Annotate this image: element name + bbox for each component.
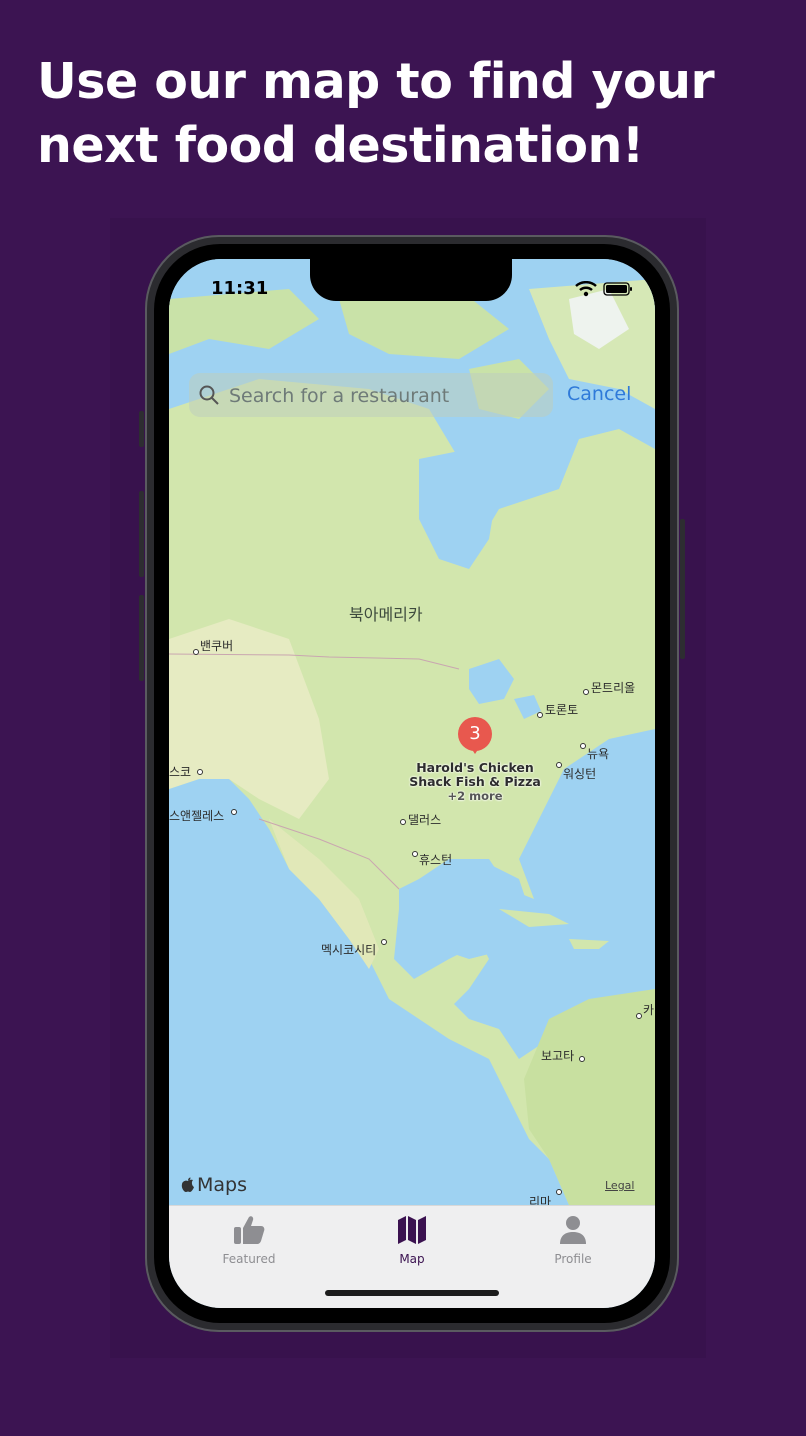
city-label: 뉴욕 <box>587 747 610 761</box>
city-label: 토론토 <box>545 703 579 717</box>
city-marker <box>400 819 406 825</box>
search-icon <box>199 385 219 405</box>
city-marker <box>636 1013 642 1019</box>
city-marker <box>583 689 589 695</box>
city-label: 멕시코시티 <box>321 943 377 957</box>
city-label: 휴스턴 <box>419 853 453 867</box>
city-marker <box>197 769 203 775</box>
thumbs-up-icon <box>234 1216 265 1244</box>
city-label: 스앤젤레스 <box>169 809 225 823</box>
city-marker <box>381 939 387 945</box>
maps-attribution: Maps <box>181 1174 247 1196</box>
city-label: 보고타 <box>541 1049 575 1063</box>
home-indicator[interactable] <box>325 1290 499 1296</box>
status-icons <box>575 281 633 297</box>
cancel-button[interactable]: Cancel <box>567 383 631 405</box>
volume-up-button <box>139 491 144 577</box>
city-label: 스코 <box>169 765 192 779</box>
city-marker <box>556 762 562 768</box>
tab-label: Profile <box>554 1252 592 1266</box>
battery-icon <box>603 282 632 296</box>
search-bar[interactable] <box>189 373 553 419</box>
cluster-more: +2 more <box>447 789 503 803</box>
apple-logo-icon <box>181 1177 194 1192</box>
maps-attribution-text: Maps <box>197 1174 247 1196</box>
region-label: 북아메리카 <box>349 605 423 624</box>
cluster-label[interactable]: Harold's Chicken Shack Fish & Pizza +2 m… <box>405 760 545 804</box>
tab-label: Featured <box>222 1252 276 1266</box>
legal-link[interactable]: Legal <box>605 1179 634 1192</box>
map-icon <box>398 1216 426 1244</box>
city-marker <box>579 1056 585 1062</box>
city-label: 워싱턴 <box>563 767 597 781</box>
city-label: 몬트리올 <box>591 681 636 695</box>
city-marker <box>231 809 237 815</box>
pin-tail <box>469 745 481 754</box>
headline: Use our map to find your next food desti… <box>37 53 715 174</box>
city-marker <box>537 712 543 718</box>
cluster-title: Harold's Chicken Shack Fish & Pizza <box>409 760 541 789</box>
city-marker <box>193 649 199 655</box>
city-marker <box>556 1189 562 1195</box>
tab-label: Map <box>399 1252 425 1266</box>
city-label: 카 <box>643 1003 655 1017</box>
person-icon <box>560 1216 586 1244</box>
city-marker <box>412 851 418 857</box>
power-button <box>680 519 685 659</box>
volume-down-button <box>139 595 144 681</box>
tab-featured[interactable]: Featured <box>189 1214 309 1266</box>
status-time: 11:31 <box>211 278 269 299</box>
city-label: 밴쿠버 <box>200 639 234 653</box>
city-label: 댈러스 <box>408 813 442 827</box>
city-marker <box>580 743 586 749</box>
search-input[interactable] <box>227 373 551 419</box>
phone-screen: 11:31 Cancel 북아메리카 밴쿠버 토 <box>169 259 655 1308</box>
notch <box>310 259 512 301</box>
phone-frame: 11:31 Cancel 북아메리카 밴쿠버 토 <box>139 235 685 1332</box>
mute-switch <box>139 411 144 447</box>
wifi-icon <box>575 281 597 297</box>
tab-map[interactable]: Map <box>352 1214 472 1266</box>
tab-profile[interactable]: Profile <box>513 1214 633 1266</box>
